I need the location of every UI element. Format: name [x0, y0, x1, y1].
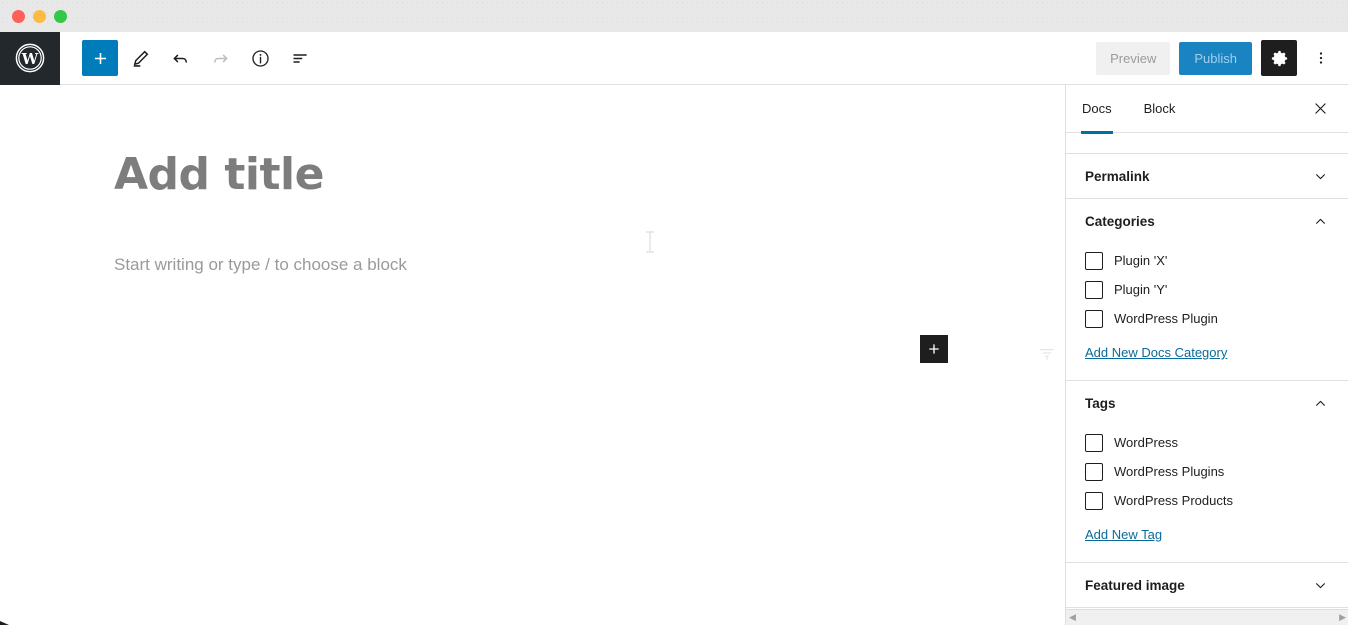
tag-checkbox-wordpress-products[interactable] — [1085, 491, 1103, 510]
plus-icon — [94, 52, 106, 64]
panel-tags-title: Tags — [1085, 395, 1116, 411]
panel-featured-image-header[interactable]: Featured image — [1066, 563, 1348, 607]
panel-categories-title: Categories — [1085, 213, 1155, 229]
tab-block[interactable]: Block — [1128, 85, 1192, 133]
text-cursor-icon — [645, 231, 655, 253]
add-new-tag-link[interactable]: Add New Tag — [1085, 527, 1162, 542]
editor-toolbar-right: Preview Publish — [1096, 40, 1348, 76]
list-item[interactable]: Plugin 'Y' — [1085, 275, 1329, 304]
preview-button[interactable]: Preview — [1096, 41, 1171, 75]
category-label[interactable]: Plugin 'X' — [1114, 253, 1167, 268]
scroll-right-arrow-icon[interactable]: ▶ — [1339, 613, 1346, 622]
tools-edit-button[interactable] — [122, 40, 158, 76]
window-titlebar — [0, 0, 1348, 32]
settings-sidebar: Docs Block Permalink Categories Plugin '… — [1065, 85, 1348, 625]
kebab-menu-icon — [1319, 52, 1323, 64]
panel-partial-top — [1066, 133, 1348, 154]
editor-header: W Preview Publish — [0, 31, 1348, 85]
close-icon — [1314, 103, 1326, 114]
tag-label[interactable]: WordPress Products — [1114, 493, 1233, 508]
list-item[interactable]: WordPress — [1085, 428, 1329, 457]
editor-toolbar-left — [60, 40, 318, 76]
list-view-button[interactable] — [282, 40, 318, 76]
tag-label[interactable]: WordPress Plugins — [1114, 464, 1224, 479]
chevron-up-icon — [1312, 395, 1329, 412]
panel-categories-header[interactable]: Categories — [1066, 199, 1348, 243]
minimize-window-button[interactable] — [33, 9, 46, 23]
tag-label[interactable]: WordPress — [1114, 435, 1178, 450]
category-label[interactable]: Plugin 'Y' — [1114, 282, 1167, 297]
panel-permalink-title: Permalink — [1085, 168, 1150, 184]
panel-tags-header[interactable]: Tags — [1066, 381, 1348, 425]
category-checkbox-wordpress-plugin[interactable] — [1085, 309, 1103, 328]
sidebar-panel-list: Permalink Categories Plugin 'X' Plugin '… — [1066, 133, 1348, 625]
editor-canvas[interactable]: Add title Start writing or type / to cho… — [0, 85, 1065, 625]
chevron-down-icon — [1312, 577, 1329, 594]
inline-block-inserter-button[interactable] — [920, 335, 948, 363]
zoom-window-button[interactable] — [54, 9, 67, 23]
default-block-appender[interactable]: Start writing or type / to choose a bloc… — [114, 255, 407, 275]
list-item[interactable]: WordPress Plugin — [1085, 304, 1329, 333]
chevron-up-icon — [1312, 213, 1329, 230]
category-label[interactable]: WordPress Plugin — [1114, 311, 1218, 326]
settings-toggle-button[interactable] — [1261, 40, 1297, 76]
wordpress-logo-icon: W — [15, 43, 45, 73]
traffic-lights — [12, 9, 67, 23]
panel-categories-body: Plugin 'X' Plugin 'Y' WordPress Plugin A… — [1066, 243, 1348, 380]
sidebar-horizontal-scrollbar[interactable]: ◀ ▶ — [1066, 609, 1348, 625]
list-item[interactable]: Plugin 'X' — [1085, 246, 1329, 275]
scroll-left-arrow-icon[interactable]: ◀ — [1069, 613, 1076, 622]
category-checkbox-plugin-y[interactable] — [1085, 280, 1103, 299]
wordpress-logo-button[interactable]: W — [0, 31, 60, 85]
panel-tags: Tags WordPress WordPress Plugins WordPre… — [1066, 381, 1348, 563]
pencil-icon — [133, 50, 148, 67]
publish-button[interactable]: Publish — [1179, 41, 1252, 75]
gear-icon — [1271, 50, 1287, 66]
panel-permalink: Permalink — [1066, 154, 1348, 199]
tag-checkbox-wordpress[interactable] — [1085, 433, 1103, 452]
panel-featured-image: Featured image — [1066, 563, 1348, 608]
list-item[interactable]: WordPress Products — [1085, 486, 1329, 515]
plus-icon — [929, 344, 939, 354]
undo-icon — [173, 54, 187, 63]
details-button[interactable] — [242, 40, 278, 76]
category-checkbox-plugin-x[interactable] — [1085, 251, 1103, 270]
editor-body: Add title Start writing or type / to cho… — [0, 85, 1348, 625]
panel-categories: Categories Plugin 'X' Plugin 'Y' WordPre… — [1066, 199, 1348, 381]
info-icon — [251, 49, 269, 67]
chevron-down-icon — [1312, 168, 1329, 185]
block-inserter-button[interactable] — [82, 40, 118, 76]
redo-icon — [213, 54, 227, 63]
ghost-cursor-icon — [1037, 343, 1057, 363]
tag-checkbox-wordpress-plugins[interactable] — [1085, 462, 1103, 481]
undo-button[interactable] — [162, 40, 198, 76]
post-title-input[interactable]: Add title — [114, 153, 324, 197]
close-sidebar-button[interactable] — [1304, 93, 1336, 125]
list-item[interactable]: WordPress Plugins — [1085, 457, 1329, 486]
app-window: W Preview Publish Add title Start writin… — [0, 0, 1348, 625]
list-view-icon — [293, 53, 307, 63]
panel-tags-body: WordPress WordPress Plugins WordPress Pr… — [1066, 425, 1348, 562]
redo-button[interactable] — [202, 40, 238, 76]
panel-featured-image-title: Featured image — [1085, 577, 1185, 593]
panel-permalink-header[interactable]: Permalink — [1066, 154, 1348, 198]
close-window-button[interactable] — [12, 9, 25, 23]
add-new-docs-category-link[interactable]: Add New Docs Category — [1085, 345, 1227, 360]
more-options-button[interactable] — [1306, 40, 1336, 76]
tab-docs[interactable]: Docs — [1066, 85, 1128, 134]
svg-text:W: W — [21, 51, 39, 68]
sidebar-tab-bar: Docs Block — [1066, 85, 1348, 134]
